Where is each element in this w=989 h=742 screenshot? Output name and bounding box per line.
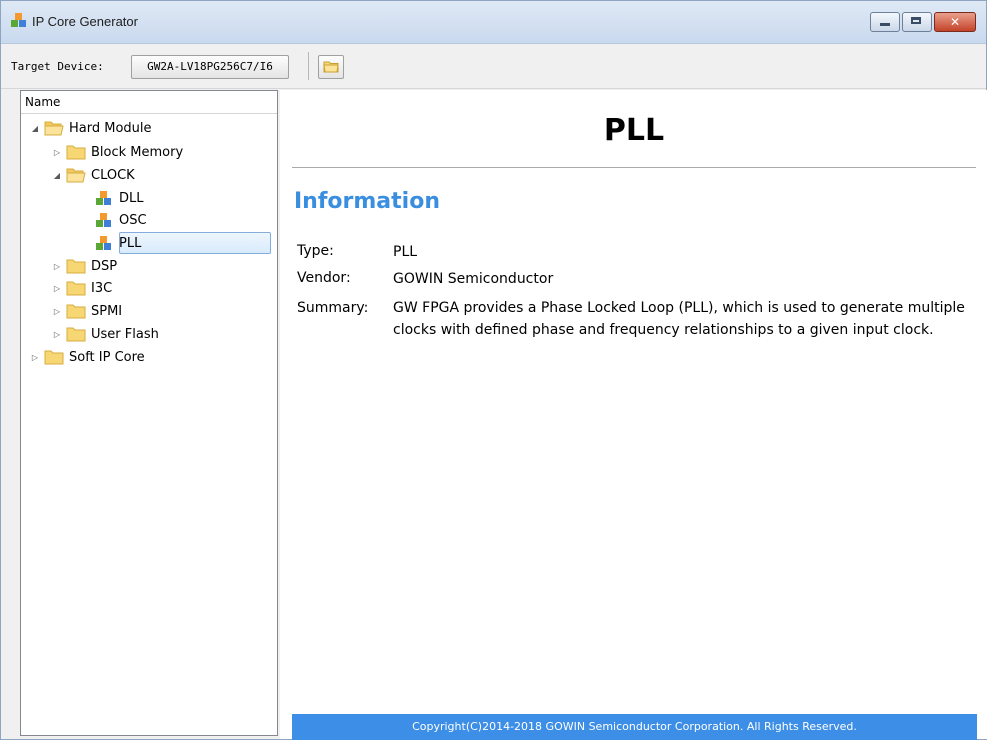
tree-item-block-memory[interactable]: ▷ Block Memory bbox=[51, 142, 183, 162]
folder-icon bbox=[44, 349, 64, 365]
open-folder-button[interactable] bbox=[318, 55, 344, 79]
collapsed-arrow-icon[interactable]: ▷ bbox=[51, 284, 63, 293]
ip-cubes-icon bbox=[94, 212, 114, 228]
folder-icon bbox=[66, 326, 86, 342]
folder-icon bbox=[323, 61, 339, 73]
ip-cubes-icon bbox=[10, 12, 28, 30]
window-title: IP Core Generator bbox=[32, 14, 138, 29]
collapsed-arrow-icon[interactable]: ▷ bbox=[51, 307, 63, 316]
title-bar[interactable]: IP Core Generator ✕ bbox=[1, 1, 986, 44]
expanded-arrow-icon[interactable]: ◢ bbox=[51, 171, 63, 180]
toolbar-separator bbox=[308, 52, 309, 80]
page-title: PLL bbox=[603, 113, 665, 148]
vendor-value: GOWIN Semiconductor bbox=[393, 271, 554, 287]
title-divider bbox=[292, 167, 976, 168]
tree-item-label: CLOCK bbox=[91, 167, 135, 183]
collapsed-arrow-icon[interactable]: ▷ bbox=[51, 148, 63, 157]
ip-cubes-icon bbox=[94, 190, 114, 206]
tree-item-clock[interactable]: ◢ CLOCK bbox=[51, 165, 135, 185]
type-label: Type: bbox=[297, 243, 334, 259]
collapsed-arrow-icon[interactable]: ▷ bbox=[51, 262, 63, 271]
folder-icon bbox=[66, 144, 86, 160]
close-icon: ✕ bbox=[949, 15, 961, 29]
tree-item-dsp[interactable]: ▷ DSP bbox=[51, 256, 117, 276]
tree-column-header[interactable]: Name bbox=[21, 91, 277, 114]
tree-item-i3c[interactable]: ▷ I3C bbox=[51, 278, 112, 298]
window-controls: ✕ bbox=[870, 12, 976, 32]
folder-icon bbox=[66, 303, 86, 319]
tree-item-label: PLL bbox=[119, 235, 142, 251]
summary-value: GW FPGA provides a Phase Locked Loop (PL… bbox=[393, 300, 965, 338]
minimize-button[interactable] bbox=[870, 12, 900, 32]
tree-item-label: OSC bbox=[119, 212, 147, 228]
target-device-button[interactable]: GW2A-LV18PG256C7/I6 bbox=[131, 55, 289, 79]
collapsed-arrow-icon[interactable]: ▷ bbox=[51, 330, 63, 339]
type-value: PLL bbox=[393, 244, 418, 260]
tree-item-hard-module[interactable]: ◢ Hard Module bbox=[29, 118, 152, 138]
ip-tree-panel: Name ◢ Hard Module ▷ Block Memory ◢ CLOCK DLL O… bbox=[20, 90, 278, 736]
tree-item-label: Hard Module bbox=[69, 120, 152, 136]
tree-item-label: DLL bbox=[119, 190, 144, 206]
tree-item-pll[interactable]: PLL bbox=[79, 233, 141, 253]
copyright-footer: Copyright(C)2014-2018 GOWIN Semiconducto… bbox=[292, 714, 977, 740]
detail-panel: PLL Information Type: PLL Vendor: GOWIN … bbox=[280, 90, 988, 740]
ip-cubes-icon bbox=[94, 235, 114, 251]
tree-item-spmi[interactable]: ▷ SPMI bbox=[51, 301, 122, 321]
folder-icon bbox=[66, 280, 86, 296]
expanded-arrow-icon[interactable]: ◢ bbox=[29, 124, 41, 133]
tree-item-label: I3C bbox=[91, 280, 113, 296]
tree-item-label: SPMI bbox=[91, 303, 123, 319]
tree-item-label: DSP bbox=[91, 258, 118, 274]
maximize-icon bbox=[911, 17, 921, 24]
collapsed-arrow-icon[interactable]: ▷ bbox=[29, 353, 41, 362]
tree-item-osc[interactable]: OSC bbox=[79, 210, 147, 230]
target-device-label: Target Device: bbox=[11, 60, 104, 73]
tree-selection-highlight bbox=[119, 232, 271, 254]
tree-item-label: Soft IP Core bbox=[69, 349, 145, 365]
folder-open-icon bbox=[44, 120, 64, 136]
folder-icon bbox=[66, 258, 86, 274]
tree-item-user-flash[interactable]: ▷ User Flash bbox=[51, 324, 159, 344]
tree-item-label: User Flash bbox=[91, 326, 159, 342]
toolbar: Target Device: GW2A-LV18PG256C7/I6 bbox=[1, 44, 986, 89]
close-button[interactable]: ✕ bbox=[934, 12, 976, 32]
folder-open-icon bbox=[66, 167, 86, 183]
ip-core-generator-window: IP Core Generator ✕ Target Device: GW2A-… bbox=[0, 0, 988, 740]
maximize-button[interactable] bbox=[902, 12, 932, 32]
tree-item-dll[interactable]: DLL bbox=[79, 188, 144, 208]
tree-item-soft-ip-core[interactable]: ▷ Soft IP Core bbox=[29, 347, 145, 367]
vendor-label: Vendor: bbox=[297, 270, 351, 286]
minimize-icon bbox=[880, 23, 890, 26]
tree-item-label: Block Memory bbox=[91, 144, 184, 160]
section-heading: Information bbox=[294, 189, 440, 214]
summary-label: Summary: bbox=[297, 300, 369, 316]
